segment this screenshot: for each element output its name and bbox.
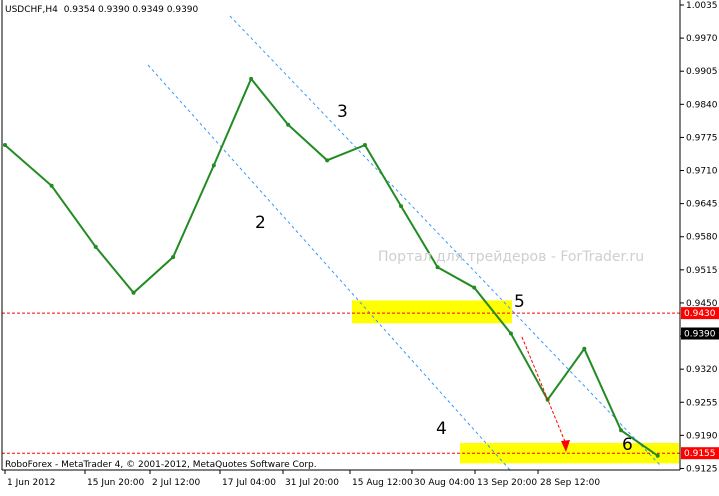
x-tick-label: 30 Aug 04:00 xyxy=(414,478,475,488)
price-marker-label: 0.9155 xyxy=(684,449,716,459)
chart-canvas: 2 3 4 5 6 1.0035 0.9970 0.9905 0.9840 0.9775 0.971… xyxy=(1,0,719,488)
channel-line-lower xyxy=(147,64,511,471)
price-point xyxy=(131,290,136,295)
x-tick-label: 28 Sep 12:00 xyxy=(540,478,600,488)
ohlc-values: 0.9354 0.9390 0.9349 0.9390 xyxy=(63,5,199,15)
x-tick-label: 17 Jul 04:00 xyxy=(222,478,276,488)
price-point xyxy=(619,428,624,433)
x-tick-label: 2 Jul 12:00 xyxy=(152,478,201,488)
price-point xyxy=(399,204,404,209)
y-tick-label: 0.9320 xyxy=(686,365,718,375)
price-chart: 2 3 4 5 6 1.0035 0.9970 0.9905 0.9840 0.9775 0.971… xyxy=(0,0,719,492)
y-tick-label: 0.9580 xyxy=(686,233,718,243)
y-tick-label: 0.9125 xyxy=(686,464,718,474)
y-tick-label: 0.9710 xyxy=(686,167,718,177)
chart-title: USDCHF,H4 0.9354 0.9390 0.9349 0.9390 xyxy=(5,5,198,15)
x-tick-label: 13 Sep 20:00 xyxy=(477,478,537,488)
price-point xyxy=(472,285,477,290)
y-tick-label: 0.9515 xyxy=(686,266,718,276)
watermark: Портал для трейдеров - ForTrader.ru xyxy=(378,249,645,265)
price-point xyxy=(211,163,216,168)
price-point xyxy=(249,76,254,81)
x-tick-label: 15 Jun 20:00 xyxy=(87,478,144,488)
y-tick-label: 0.9190 xyxy=(686,431,718,441)
y-tick-label: 0.9255 xyxy=(686,398,718,408)
copyright-text: RoboForex - MetaTrader 4, © 2001-2012, M… xyxy=(5,460,317,470)
wave-label: 6 xyxy=(622,435,633,455)
price-point xyxy=(49,183,54,188)
x-tick-label: 1 Jun 2012 xyxy=(7,478,55,488)
wave-label: 3 xyxy=(337,102,348,122)
price-marker-label: 0.9430 xyxy=(684,309,716,319)
x-tick-label: 31 Jul 20:00 xyxy=(285,478,339,488)
y-tick-label: 0.9905 xyxy=(686,67,718,77)
price-point xyxy=(3,143,7,148)
y-tick-label: 0.9645 xyxy=(686,200,718,210)
price-point xyxy=(93,244,98,249)
x-tick-label: 15 Aug 12:00 xyxy=(352,478,413,488)
price-series-line xyxy=(4,76,659,457)
y-tick-label: 0.9970 xyxy=(686,34,718,44)
wave-label: 4 xyxy=(436,419,447,439)
price-point xyxy=(582,346,587,351)
price-point xyxy=(325,158,330,163)
y-tick-label: 0.9840 xyxy=(686,100,718,110)
wave-label: 5 xyxy=(514,292,525,312)
y-tick-label: 1.0035 xyxy=(686,1,718,11)
forecast-arrow xyxy=(521,336,567,445)
y-tick-label: 0.9775 xyxy=(686,133,718,143)
price-point xyxy=(171,255,176,260)
price-point xyxy=(435,265,440,270)
price-point xyxy=(286,122,291,127)
price-point xyxy=(508,331,513,336)
price-point xyxy=(362,143,367,148)
price-point xyxy=(655,453,660,458)
wave-label: 2 xyxy=(255,213,266,233)
symbol-label: USDCHF,H4 xyxy=(5,5,58,15)
price-marker-label: 0.9390 xyxy=(684,330,716,340)
